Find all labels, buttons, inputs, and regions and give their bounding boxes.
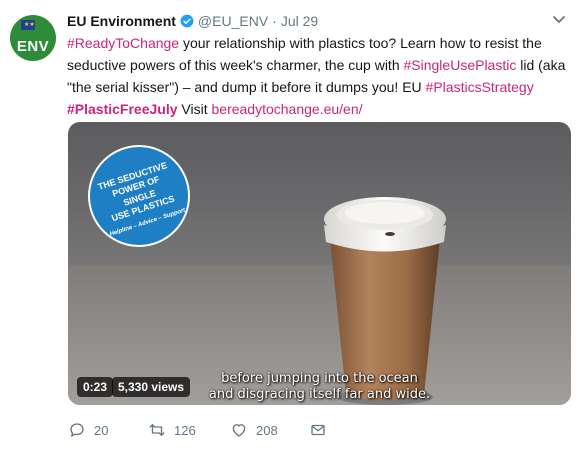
retweet-count: 126 <box>174 422 196 438</box>
tweet-text-segment: lid (aka <box>516 57 566 73</box>
tweet-line-3: "the serial kisser") – and dump it befor… <box>67 76 567 98</box>
tweet-card[interactable]: ★★ ENV EU Environment @EU_ENV · Jul 29 #… <box>0 0 580 453</box>
hashtag-plasticsstrategy[interactable]: #PlasticsStrategy <box>426 79 534 95</box>
account-handle[interactable]: @EU_ENV <box>198 13 268 29</box>
heart-icon <box>232 424 246 437</box>
tweet-date[interactable]: Jul 29 <box>281 13 318 29</box>
retweet-button[interactable]: 126 <box>148 421 196 439</box>
tweet-text: #ReadyToChange your relationship with pl… <box>67 32 567 120</box>
reply-button[interactable]: 20 <box>68 421 108 439</box>
campaign-badge: THE SEDUCTIVE POWER OF SINGLE USE PLASTI… <box>88 145 190 247</box>
reply-icon <box>70 423 84 437</box>
website-link[interactable]: bereadytochange.eu/en/ <box>212 101 363 117</box>
tweet-line-4: #PlasticFreeJuly Visit bereadytochange.e… <box>67 98 567 120</box>
tweet-header: EU Environment @EU_ENV · Jul 29 <box>67 12 318 30</box>
separator-dot: · <box>272 13 277 29</box>
video-player[interactable]: THE SEDUCTIVE POWER OF SINGLE USE PLASTI… <box>68 122 571 405</box>
tweet-text-segment: seductive powers of this week's charmer,… <box>67 57 404 73</box>
avatar[interactable]: ★★ ENV <box>10 15 56 61</box>
tweet-line-2: seductive powers of this week's charmer,… <box>67 54 567 76</box>
like-count: 208 <box>256 422 278 438</box>
direct-message-button[interactable] <box>309 421 327 439</box>
video-view-count: 5,330 views <box>112 377 191 397</box>
eu-flag-icon: ★★ <box>21 20 35 30</box>
chevron-down-icon[interactable] <box>552 14 566 26</box>
verified-badge-icon <box>180 14 194 28</box>
like-button[interactable]: 208 <box>230 421 278 439</box>
tweet-text-segment: Visit <box>177 101 212 117</box>
account-name[interactable]: EU Environment <box>67 13 176 29</box>
hashtag-readytochange[interactable]: #ReadyToChange <box>67 35 179 51</box>
envelope-icon <box>311 424 325 436</box>
retweet-icon <box>149 424 165 436</box>
avatar-text: ENV <box>16 38 50 55</box>
tweet-text-segment: your relationship with plastics too? Lea… <box>179 35 542 51</box>
tweet-text-segment: "the serial kisser") – and dump it befor… <box>67 79 426 95</box>
reply-count: 20 <box>94 422 109 438</box>
hashtag-singleuseplastic[interactable]: #SingleUsePlastic <box>404 57 517 73</box>
tweet-line-1: #ReadyToChange your relationship with pl… <box>67 32 567 54</box>
video-duration: 0:23 <box>77 377 114 397</box>
hashtag-plasticfreejuly[interactable]: #PlasticFreeJuly <box>67 101 178 117</box>
